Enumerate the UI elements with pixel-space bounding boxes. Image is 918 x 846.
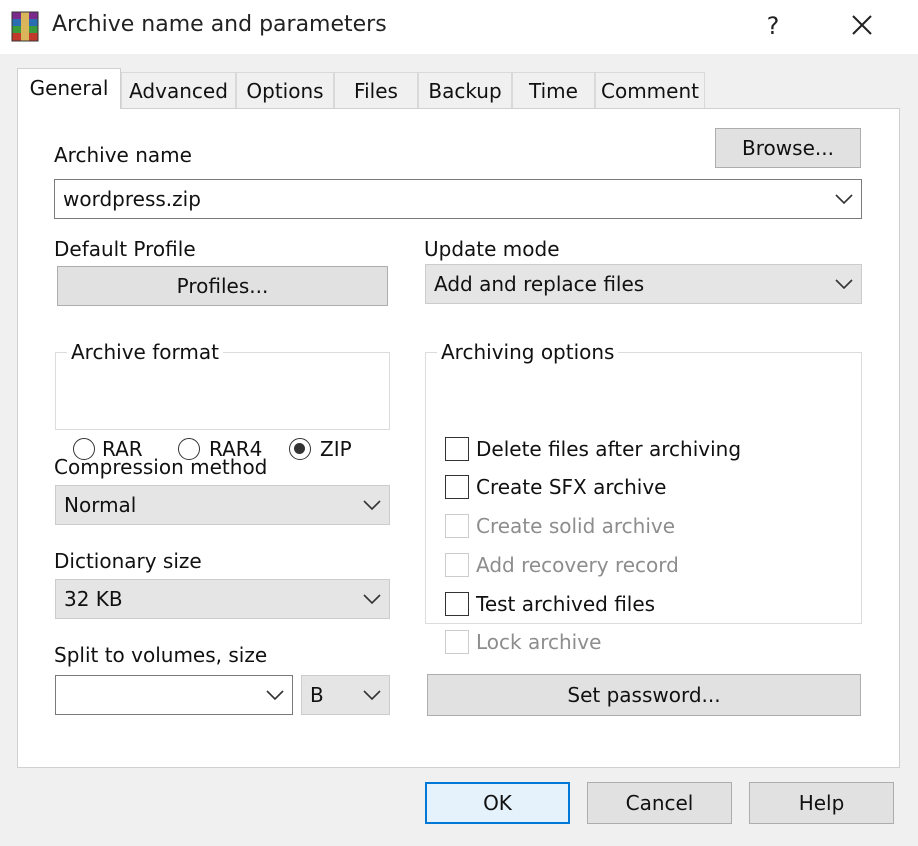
split-size-combo[interactable] bbox=[55, 675, 293, 715]
chevron-down-icon bbox=[363, 500, 381, 510]
tab-general[interactable]: General bbox=[17, 68, 121, 109]
compression-method-value: Normal bbox=[64, 493, 137, 517]
tab-backup[interactable]: Backup bbox=[418, 72, 512, 108]
dictionary-size-select[interactable]: 32 KB bbox=[55, 579, 390, 619]
chevron-down-icon bbox=[835, 279, 853, 289]
checkbox-lock-archive bbox=[445, 630, 469, 654]
winrar-books-icon bbox=[11, 11, 39, 42]
checkbox-test-files[interactable] bbox=[445, 592, 469, 616]
checkbox-create-solid bbox=[445, 514, 469, 538]
dictionary-size-value: 32 KB bbox=[64, 587, 123, 611]
tab-time[interactable]: Time bbox=[512, 72, 595, 108]
chevron-down-icon bbox=[266, 690, 284, 700]
split-unit-value: B bbox=[310, 683, 324, 707]
archive-format-legend: Archive format bbox=[67, 340, 223, 364]
archive-format-group: Archive format bbox=[55, 340, 390, 430]
checkbox-create-solid-label: Create solid archive bbox=[476, 514, 676, 538]
window-title: Archive name and parameters bbox=[52, 12, 387, 37]
general-panel: Archive name Browse... wordpress.zip Def… bbox=[17, 108, 900, 768]
checkbox-recovery-record bbox=[445, 553, 469, 577]
tab-advanced[interactable]: Advanced bbox=[121, 72, 236, 108]
dictionary-size-label: Dictionary size bbox=[54, 549, 202, 573]
chevron-down-icon bbox=[363, 594, 381, 604]
chevron-down-icon bbox=[835, 194, 853, 204]
checkbox-lock-archive-label: Lock archive bbox=[476, 630, 602, 654]
tab-comment[interactable]: Comment bbox=[595, 72, 705, 108]
title-help-button[interactable]: ? bbox=[758, 8, 788, 44]
update-mode-select[interactable]: Add and replace files bbox=[425, 264, 862, 304]
ok-button[interactable]: OK bbox=[425, 782, 570, 824]
radio-zip[interactable] bbox=[289, 438, 311, 460]
dialog-client-area: General Advanced Options Files Backup Ti… bbox=[0, 54, 918, 846]
tab-options[interactable]: Options bbox=[236, 72, 334, 108]
checkbox-create-sfx[interactable] bbox=[445, 475, 469, 499]
archive-name-combo[interactable]: wordpress.zip bbox=[54, 179, 862, 219]
compression-method-label: Compression method bbox=[54, 455, 268, 479]
default-profile-label: Default Profile bbox=[54, 237, 196, 261]
compression-method-select[interactable]: Normal bbox=[55, 485, 390, 525]
close-icon[interactable] bbox=[842, 8, 882, 44]
checkbox-delete-after-label: Delete files after archiving bbox=[476, 437, 742, 461]
split-volumes-label: Split to volumes, size bbox=[54, 643, 268, 667]
radio-selected-dot bbox=[294, 443, 305, 454]
profiles-button[interactable]: Profiles... bbox=[57, 266, 388, 306]
split-unit-select[interactable]: B bbox=[301, 675, 390, 715]
update-mode-label: Update mode bbox=[424, 237, 560, 261]
checkbox-test-files-label: Test archived files bbox=[476, 592, 656, 616]
checkbox-delete-after[interactable] bbox=[445, 437, 469, 461]
checkbox-create-sfx-label: Create SFX archive bbox=[476, 475, 667, 499]
radio-zip-label: ZIP bbox=[320, 437, 352, 461]
title-bar: Archive name and parameters ? bbox=[0, 0, 918, 54]
checkbox-recovery-record-label: Add recovery record bbox=[476, 553, 679, 577]
help-button[interactable]: Help bbox=[749, 782, 894, 824]
tab-files[interactable]: Files bbox=[334, 72, 418, 108]
archiving-options-legend: Archiving options bbox=[437, 340, 619, 364]
update-mode-value: Add and replace files bbox=[434, 272, 645, 296]
archive-name-value: wordpress.zip bbox=[63, 187, 201, 211]
browse-button[interactable]: Browse... bbox=[715, 128, 861, 168]
chevron-down-icon bbox=[363, 690, 381, 700]
archive-name-label: Archive name bbox=[54, 143, 192, 167]
set-password-button[interactable]: Set password... bbox=[427, 674, 861, 716]
cancel-button[interactable]: Cancel bbox=[587, 782, 732, 824]
